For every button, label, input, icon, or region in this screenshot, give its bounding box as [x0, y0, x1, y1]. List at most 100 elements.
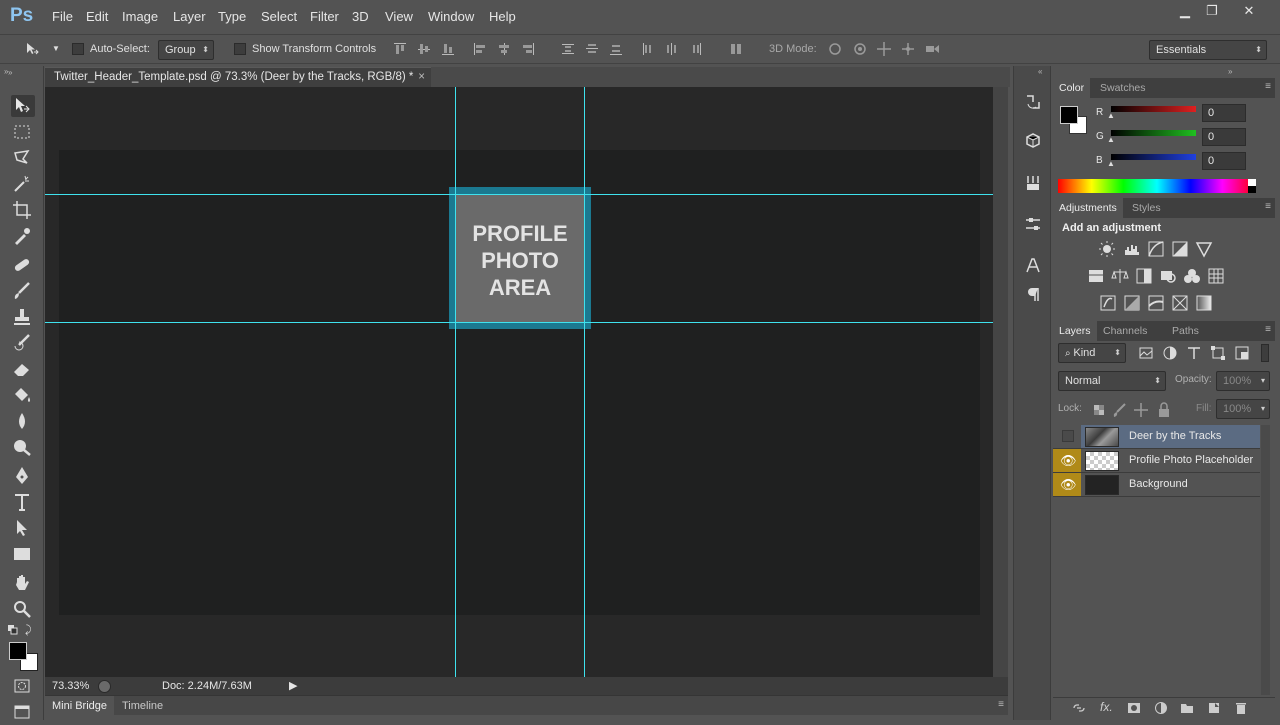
lasso-tool-icon[interactable]: [11, 147, 35, 169]
brightness-contrast-icon[interactable]: [1098, 240, 1116, 258]
filter-adjustment-icon[interactable]: [1161, 344, 1179, 362]
type-tool-icon[interactable]: [11, 491, 35, 513]
3d-roll-icon[interactable]: [852, 41, 868, 57]
distribute-bottom-icon[interactable]: [608, 41, 624, 57]
threshold-icon[interactable]: [1147, 294, 1165, 312]
dodge-tool-icon[interactable]: [11, 436, 35, 458]
blend-mode-dropdown[interactable]: Normal ⬍: [1058, 371, 1166, 391]
panel-menu-icon[interactable]: ≡: [1265, 324, 1271, 335]
green-value-field[interactable]: 0: [1202, 128, 1246, 146]
3d-panel-icon[interactable]: [1023, 131, 1043, 151]
layer-style-fx-icon[interactable]: fx.: [1100, 700, 1114, 714]
distribute-vcenter-icon[interactable]: [584, 41, 600, 57]
3d-scale-icon[interactable]: [924, 41, 940, 57]
collapse-left-icon[interactable]: »: [4, 67, 8, 76]
menu-file[interactable]: File: [52, 9, 73, 24]
visibility-toggle[interactable]: 👁: [1053, 449, 1081, 472]
layer-row-profile-placeholder[interactable]: 👁 Profile Photo Placeholder: [1053, 449, 1260, 473]
red-value-field[interactable]: 0: [1202, 104, 1246, 122]
history-brush-tool-icon[interactable]: [11, 332, 35, 354]
menu-filter[interactable]: Filter: [310, 9, 339, 24]
marquee-tool-icon[interactable]: [11, 121, 35, 143]
close-tab-icon[interactable]: ×: [418, 68, 425, 87]
align-right-icon[interactable]: [520, 41, 536, 57]
spectrum-black-swatch[interactable]: [1248, 186, 1256, 193]
paragraph-panel-icon[interactable]: [1023, 284, 1043, 304]
tab-adjustments[interactable]: Adjustments: [1053, 198, 1123, 218]
levels-icon[interactable]: [1123, 240, 1141, 258]
green-slider[interactable]: [1111, 130, 1196, 136]
blue-slider[interactable]: [1111, 154, 1196, 160]
curves-icon[interactable]: [1147, 240, 1165, 258]
visibility-toggle[interactable]: 👁: [1053, 473, 1081, 496]
align-vcenter-icon[interactable]: [416, 41, 432, 57]
magic-wand-tool-icon[interactable]: [11, 173, 35, 195]
distribute-right-icon[interactable]: [688, 41, 704, 57]
channel-mixer-icon[interactable]: [1183, 267, 1201, 285]
tab-styles[interactable]: Styles: [1126, 198, 1167, 218]
foreground-color-swatch[interactable]: [9, 642, 27, 660]
auto-select-dropdown[interactable]: Group ⬍: [158, 40, 214, 60]
filter-pixel-icon[interactable]: [1137, 344, 1155, 362]
menu-3d[interactable]: 3D: [352, 9, 369, 24]
spectrum-white-swatch[interactable]: [1248, 179, 1256, 186]
minimize-button[interactable]: ▁: [1170, 2, 1200, 20]
align-left-icon[interactable]: [472, 41, 488, 57]
opacity-field[interactable]: 100% ▾: [1216, 371, 1270, 391]
layer-row-background[interactable]: 👁 Background: [1053, 473, 1260, 497]
guide-vertical-right[interactable]: [584, 87, 585, 677]
hand-tool-icon[interactable]: [11, 572, 35, 594]
zoom-tool-icon[interactable]: [11, 598, 35, 620]
character-panel-icon[interactable]: [1023, 255, 1043, 275]
panel-menu-icon[interactable]: ≡: [1265, 81, 1271, 92]
new-adjustment-layer-icon[interactable]: [1154, 701, 1168, 715]
restore-button[interactable]: ❐: [1197, 2, 1227, 20]
default-colors-icon[interactable]: [8, 625, 18, 635]
collapse-arrows-icon[interactable]: »: [8, 68, 12, 77]
menu-image[interactable]: Image: [122, 9, 158, 24]
move-tool-preset-icon[interactable]: [24, 41, 40, 57]
preset-arrow-icon[interactable]: ▼: [52, 44, 60, 53]
rectangle-tool-icon[interactable]: [11, 543, 35, 565]
brush-tool-icon[interactable]: [11, 280, 35, 302]
color-foreground-swatch[interactable]: [1060, 106, 1078, 124]
lock-pixels-icon[interactable]: [1111, 401, 1129, 419]
menu-help[interactable]: Help: [489, 9, 516, 24]
tab-color[interactable]: Color: [1053, 78, 1091, 98]
menu-select[interactable]: Select: [261, 9, 297, 24]
invert-icon[interactable]: [1099, 294, 1117, 312]
visibility-toggle[interactable]: [1053, 425, 1081, 448]
status-share-icon[interactable]: [98, 680, 111, 693]
menu-window[interactable]: Window: [428, 9, 474, 24]
swap-colors-icon[interactable]: ⤸: [25, 624, 32, 637]
fill-field[interactable]: 100% ▾: [1216, 399, 1270, 419]
tab-paths[interactable]: Paths: [1166, 321, 1205, 341]
blue-value-field[interactable]: 0: [1202, 152, 1246, 170]
document-tab[interactable]: Twitter_Header_Template.psd @ 73.3% (Dee…: [45, 67, 431, 87]
add-mask-icon[interactable]: [1127, 701, 1141, 715]
blur-tool-icon[interactable]: [11, 410, 35, 432]
collapse-panels-icon[interactable]: »: [1228, 67, 1232, 76]
align-bottom-icon[interactable]: [440, 41, 456, 57]
eyedropper-tool-icon[interactable]: [11, 225, 35, 247]
3d-rotate-icon[interactable]: [827, 41, 843, 57]
3d-slide-icon[interactable]: [900, 41, 916, 57]
panel-menu-icon[interactable]: ≡: [998, 699, 1004, 710]
align-hcenter-icon[interactable]: [496, 41, 512, 57]
crop-tool-icon[interactable]: [11, 199, 35, 221]
filter-toggle-switch[interactable]: [1261, 344, 1269, 362]
status-menu-arrow-icon[interactable]: ▶: [289, 679, 297, 692]
delete-layer-icon[interactable]: [1234, 701, 1248, 715]
menu-layer[interactable]: Layer: [173, 9, 206, 24]
filter-type-icon[interactable]: [1185, 344, 1203, 362]
tab-layers[interactable]: Layers: [1053, 321, 1097, 341]
filter-shape-icon[interactable]: [1209, 344, 1227, 362]
hue-saturation-icon[interactable]: [1087, 267, 1105, 285]
expand-dock-icon[interactable]: «: [1038, 67, 1042, 76]
guide-horizontal-bottom[interactable]: [45, 322, 993, 323]
layer-row-deer[interactable]: Deer by the Tracks: [1053, 425, 1260, 449]
color-lookup-icon[interactable]: [1207, 267, 1225, 285]
lock-transparent-icon[interactable]: [1090, 401, 1108, 419]
auto-align-icon[interactable]: [728, 41, 744, 57]
menu-edit[interactable]: Edit: [86, 9, 108, 24]
